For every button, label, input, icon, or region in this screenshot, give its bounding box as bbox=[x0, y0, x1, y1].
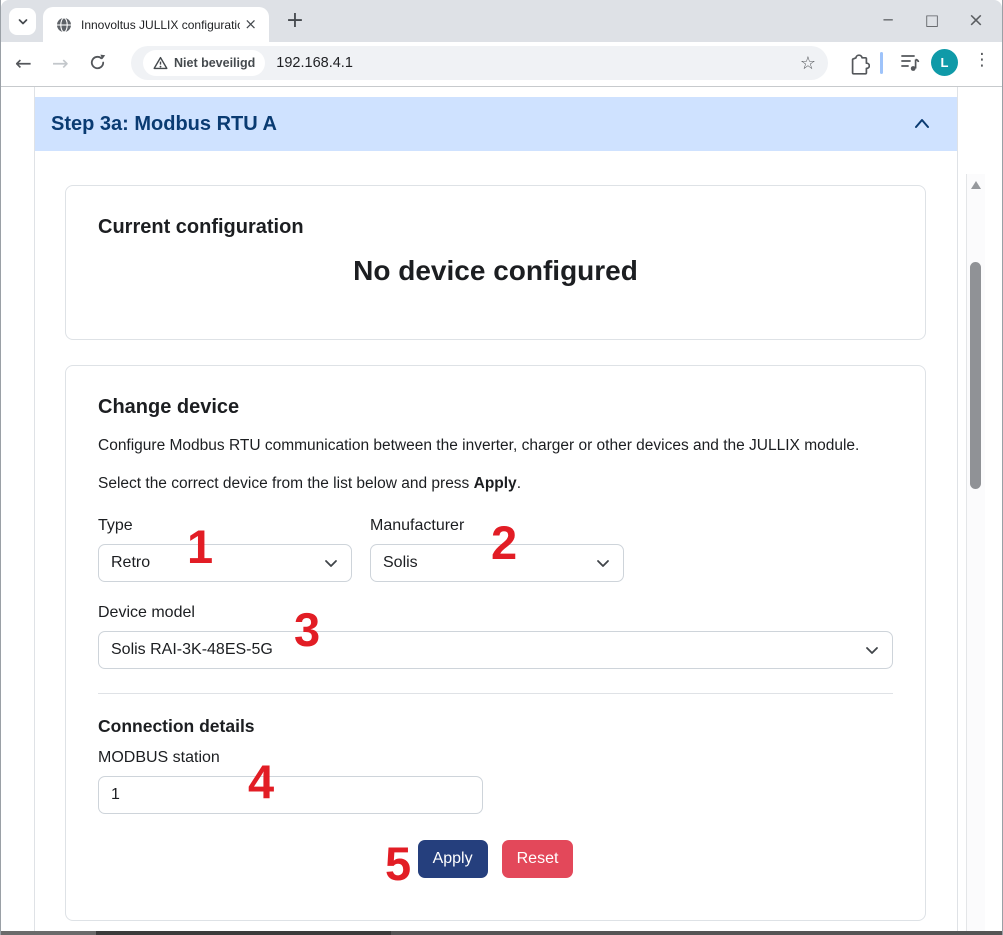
modbus-station-label: MODBUS station bbox=[98, 749, 220, 766]
chevron-down-icon bbox=[325, 560, 337, 567]
bookmark-star-icon[interactable]: ☆ bbox=[800, 53, 816, 74]
tab-close-icon[interactable]: × bbox=[240, 16, 261, 33]
chevron-down-icon bbox=[597, 560, 609, 567]
address-bar[interactable]: Niet beveiligd 192.168.4.1 ☆ bbox=[131, 46, 828, 80]
no-device-status: No device configured bbox=[353, 255, 638, 286]
chevron-down-icon bbox=[866, 647, 878, 654]
current-configuration-card: Current configuration No device configur… bbox=[65, 185, 926, 340]
maximize-button[interactable]: □ bbox=[910, 0, 954, 40]
url-text: 192.168.4.1 bbox=[276, 55, 353, 71]
manufacturer-select[interactable]: Solis bbox=[370, 544, 624, 582]
manufacturer-label: Manufacturer bbox=[370, 517, 465, 534]
accordion-step3a-header[interactable]: Step 3a: Modbus RTU A bbox=[35, 97, 957, 151]
profile-avatar[interactable]: L bbox=[931, 49, 958, 76]
scroll-up-arrow[interactable] bbox=[971, 181, 981, 189]
media-controls-icon[interactable] bbox=[899, 46, 921, 80]
forward-icon[interactable]: → bbox=[52, 50, 69, 76]
back-icon[interactable]: ← bbox=[15, 50, 32, 76]
minimize-button[interactable]: ─ bbox=[866, 0, 910, 40]
tab-title: Innovoltus JULLIX configuration bbox=[81, 17, 241, 32]
device-model-select[interactable]: Solis RAI-3K-48ES-5G bbox=[98, 631, 893, 669]
reset-button[interactable]: Reset bbox=[501, 840, 574, 878]
menu-kebab-icon[interactable]: ⋮ bbox=[973, 50, 991, 70]
tab-strip: Innovoltus JULLIX configuration × + ─ □ … bbox=[1, 0, 1002, 42]
section-divider bbox=[98, 693, 893, 694]
type-select[interactable]: Retro bbox=[98, 544, 352, 582]
security-label: Niet beveiligd bbox=[174, 56, 256, 70]
taskbar-edge bbox=[1, 931, 1002, 935]
change-device-card: Change device Configure Modbus RTU commu… bbox=[65, 365, 926, 921]
browser-tab[interactable]: Innovoltus JULLIX configuration × bbox=[43, 7, 269, 42]
page-content: Step 3a: Modbus RTU A Current configurat… bbox=[1, 87, 985, 935]
chevron-down-icon bbox=[18, 18, 27, 24]
scrollbar-thumb[interactable] bbox=[970, 262, 981, 489]
window-controls: ─ □ × bbox=[866, 0, 998, 40]
apply-button[interactable]: Apply bbox=[417, 840, 488, 878]
browser-window: Innovoltus JULLIX configuration × + ─ □ … bbox=[0, 0, 1003, 935]
connection-details-title: Connection details bbox=[98, 716, 255, 736]
globe-favicon-icon bbox=[57, 16, 71, 33]
tab-search-button[interactable] bbox=[9, 8, 36, 35]
chevron-up-icon bbox=[915, 119, 929, 128]
extensions-icon[interactable] bbox=[848, 46, 870, 80]
reload-icon[interactable] bbox=[88, 53, 107, 72]
step-title: Step 3a: Modbus RTU A bbox=[51, 112, 277, 135]
toolbar-blue-indicator bbox=[880, 52, 883, 74]
device-model-label: Device model bbox=[98, 604, 195, 621]
change-device-description: Configure Modbus RTU communication betwe… bbox=[98, 437, 860, 454]
warning-icon bbox=[153, 56, 168, 70]
current-configuration-title: Current configuration bbox=[98, 216, 304, 238]
modbus-station-input[interactable] bbox=[98, 776, 483, 814]
change-device-instruction: Select the correct device from the list … bbox=[98, 475, 521, 492]
close-button[interactable]: × bbox=[954, 0, 998, 40]
new-tab-button[interactable]: + bbox=[281, 8, 309, 36]
security-chip[interactable]: Niet beveiligd bbox=[143, 50, 266, 76]
page-scrollbar[interactable] bbox=[966, 174, 985, 935]
change-device-title: Change device bbox=[98, 396, 240, 418]
type-label: Type bbox=[98, 517, 133, 534]
